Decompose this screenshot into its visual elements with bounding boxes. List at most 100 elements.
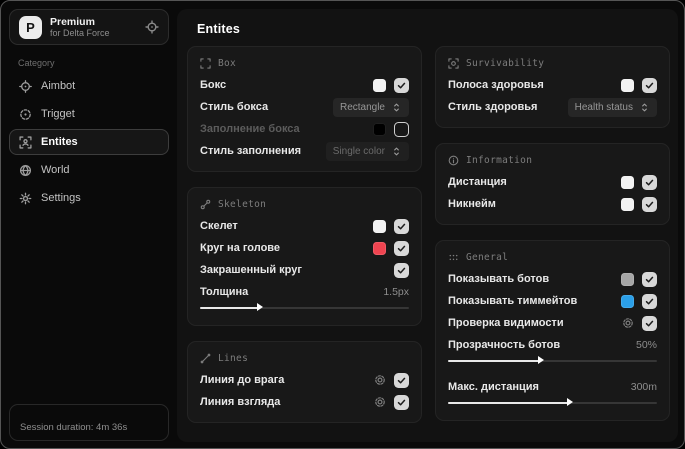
sidebar-item-settings[interactable]: Settings — [9, 185, 169, 211]
select-dropdown[interactable]: Single color — [325, 141, 409, 161]
color-swatch[interactable] — [621, 78, 634, 92]
checkbox[interactable] — [394, 372, 409, 388]
slider-row: Толщина 1.5px — [200, 281, 409, 316]
color-swatch[interactable] — [621, 294, 634, 308]
checkbox[interactable] — [394, 240, 409, 256]
checkbox[interactable] — [642, 77, 657, 93]
select-value: Single color — [332, 145, 385, 157]
slider[interactable] — [448, 356, 657, 365]
sidebar: P Premium for Delta Force Category Aimbo… — [1, 1, 177, 448]
row-label: Круг на голове — [200, 242, 281, 254]
panel-header-skeleton: Skeleton — [200, 195, 409, 215]
checkbox[interactable] — [642, 315, 657, 331]
panel-title: Information — [466, 155, 533, 166]
slider[interactable] — [200, 303, 409, 312]
entities-icon — [19, 135, 32, 149]
slider-fill — [448, 359, 540, 362]
checkbox[interactable] — [394, 121, 409, 137]
color-swatch[interactable] — [621, 175, 634, 189]
sidebar-item-label: Settings — [41, 192, 81, 204]
panel-information: Information Дистанция Никнейм — [435, 143, 670, 225]
target-icon[interactable] — [145, 20, 159, 34]
updown-arrows-icon — [639, 102, 650, 113]
gear-icon[interactable] — [622, 317, 634, 329]
row-controls — [621, 293, 657, 309]
setting-row: Стиль здоровья Health status — [448, 96, 657, 118]
sidebar-item-entites[interactable]: Entites — [9, 129, 169, 155]
checkbox[interactable] — [394, 218, 409, 234]
panel-title: Survivability — [466, 58, 545, 69]
sidebar-item-label: World — [41, 164, 70, 176]
page-title: Entites — [197, 22, 241, 36]
sidebar-item-label: Trigget — [41, 108, 75, 120]
setting-row: Показывать ботов — [448, 268, 657, 290]
panel-header-general: General — [448, 248, 657, 268]
sidebar-item-aimbot[interactable]: Aimbot — [9, 73, 169, 99]
row-controls — [621, 196, 657, 212]
panel-title: Box — [218, 58, 237, 69]
checkbox[interactable] — [394, 262, 409, 278]
slider-value: 50% — [635, 338, 657, 351]
brand-subtitle: for Delta Force — [50, 27, 110, 38]
checkbox[interactable] — [394, 394, 409, 410]
session-duration: Session duration: 4m 36s — [9, 404, 169, 441]
slider[interactable] — [448, 398, 657, 407]
settings-icon — [19, 192, 32, 205]
row-label: Бокс — [200, 79, 227, 91]
setting-row: Полоса здоровья — [448, 74, 657, 96]
checkbox[interactable] — [642, 196, 657, 212]
slider-row: Прозрачность ботов 50% — [448, 334, 657, 369]
select-dropdown[interactable]: Rectangle — [332, 97, 409, 117]
checkbox[interactable] — [642, 174, 657, 190]
right-column: Survivability Полоса здоровья Стиль здоров… — [435, 46, 670, 423]
color-swatch[interactable] — [621, 272, 634, 286]
row-label: Полоса здоровья — [448, 79, 544, 91]
left-column: Box Бокс Стиль бокса Rectangle Заполнение бо… — [187, 46, 422, 423]
row-controls — [622, 315, 657, 331]
brand-card: P Premium for Delta Force — [9, 9, 169, 45]
color-swatch[interactable] — [373, 78, 386, 92]
gear-icon[interactable] — [374, 374, 386, 386]
row-controls — [394, 262, 409, 278]
sidebar-item-world[interactable]: World — [9, 157, 169, 183]
color-swatch[interactable] — [373, 122, 386, 136]
main-content: Entites Box Бокс Стиль бокса Rectangle Запол… — [177, 9, 678, 442]
updown-arrows-icon — [391, 146, 402, 157]
slider-thumb[interactable] — [567, 398, 574, 406]
row-controls: Single color — [325, 141, 409, 161]
slider-label-line: Прозрачность ботов 50% — [448, 335, 657, 354]
brand-text: Premium for Delta Force — [50, 16, 110, 39]
slider-value: 300m — [630, 380, 657, 393]
slider-row: Макс. дистанция 300m — [448, 376, 657, 411]
checkbox[interactable] — [642, 271, 657, 287]
panel-skeleton: Skeleton Скелет Круг на голове Закрашенный … — [187, 187, 422, 326]
row-controls — [373, 218, 409, 234]
general-icon — [448, 252, 459, 263]
gear-icon[interactable] — [374, 396, 386, 408]
color-swatch[interactable] — [373, 241, 386, 255]
cheat-menu-window: P Premium for Delta Force Category Aimbo… — [0, 0, 685, 449]
slider-thumb[interactable] — [256, 303, 263, 311]
color-swatch[interactable] — [373, 219, 386, 233]
row-label: Прозрачность ботов — [448, 338, 561, 351]
trigger-icon — [19, 108, 32, 121]
slider-label-line: Макс. дистанция 300m — [448, 377, 657, 396]
category-label: Category — [18, 58, 55, 68]
line-icon — [200, 353, 211, 364]
sidebar-item-trigget[interactable]: Trigget — [9, 101, 169, 127]
checkbox[interactable] — [642, 293, 657, 309]
row-controls — [373, 121, 409, 137]
setting-row: Закрашенный круг — [200, 259, 409, 281]
checkbox[interactable] — [394, 77, 409, 93]
slider-thumb[interactable] — [537, 356, 544, 364]
panel-title: General — [466, 252, 509, 263]
row-label: Проверка видимости — [448, 317, 564, 329]
setting-row: Дистанция — [448, 171, 657, 193]
panel-general: General Показывать ботов Показывать тиммей… — [435, 240, 670, 421]
setting-row: Никнейм — [448, 193, 657, 215]
row-label: Дистанция — [448, 176, 507, 188]
row-label: Стиль заполнения — [200, 145, 302, 157]
select-dropdown[interactable]: Health status — [567, 97, 657, 117]
color-swatch[interactable] — [621, 197, 634, 211]
row-label: Заполнение бокса — [200, 123, 300, 135]
